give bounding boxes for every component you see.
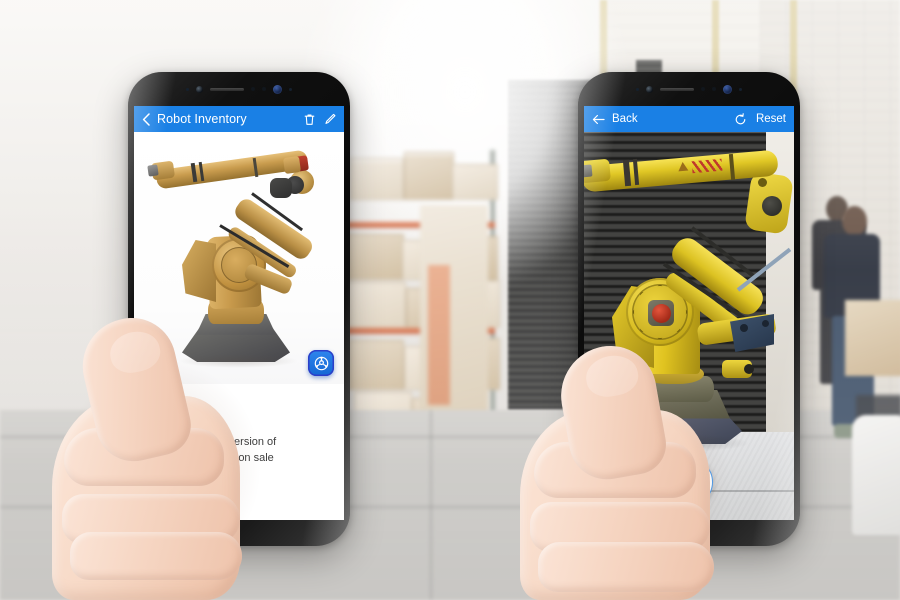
phone-right-top-bezel	[578, 72, 800, 106]
ar-appbar: Back Reset	[584, 106, 794, 132]
overview-heading: Overview	[146, 418, 194, 430]
sensor-dot-icon	[262, 87, 266, 91]
earpiece-speaker	[210, 87, 244, 91]
camera-icon	[678, 472, 700, 492]
reset-arrow-icon[interactable]	[734, 112, 747, 126]
ar-camera-view[interactable]	[584, 132, 794, 520]
arrow-left-icon[interactable]	[592, 114, 605, 125]
front-camera-icon	[273, 84, 282, 94]
sensor-dot-icon	[739, 87, 742, 91]
phone-right: Back Reset	[578, 72, 800, 546]
phone-left: Robot Inventory k VII Overview This is t…	[128, 72, 350, 546]
pencil-icon[interactable]	[324, 113, 336, 126]
iris-scanner-icon	[196, 85, 203, 93]
product-title: k VII	[146, 390, 170, 402]
ar-robot-arm-model	[584, 138, 794, 468]
product-info: k VII Overview This is the latest versio…	[134, 390, 344, 482]
earpiece-speaker	[660, 87, 694, 91]
trash-icon[interactable]	[304, 113, 315, 126]
proximity-sensor-icon	[186, 87, 189, 91]
camera-shutter-button[interactable]	[665, 458, 713, 506]
sensor-dot-icon	[289, 87, 292, 91]
view-in-ar-button[interactable]	[308, 350, 334, 376]
overview-text: This is the latest version of the roboti…	[146, 436, 277, 480]
phone-right-screen: Back Reset	[584, 106, 794, 520]
proximity-sensor-icon	[636, 87, 639, 91]
reset-label[interactable]: Reset	[756, 113, 786, 125]
back-chevron-icon[interactable]	[142, 112, 150, 126]
robot-arm-3d-model	[134, 132, 344, 384]
front-camera-icon	[723, 84, 732, 94]
phone-left-top-bezel	[128, 72, 350, 106]
model-viewer[interactable]	[134, 132, 344, 384]
detail-appbar: Robot Inventory	[134, 106, 344, 132]
sensor-dot-icon	[251, 87, 255, 91]
page-title: Robot Inventory	[157, 112, 247, 126]
sensor-dot-icon	[701, 87, 705, 91]
phone-left-screen: Robot Inventory k VII Overview This is t…	[134, 106, 344, 520]
ar-cube-icon	[314, 356, 328, 370]
sensor-dot-icon	[712, 87, 716, 91]
iris-scanner-icon	[646, 85, 653, 93]
detail-body: k VII Overview This is the latest versio…	[134, 132, 344, 520]
screenshot-root: Robot Inventory k VII Overview This is t…	[0, 0, 900, 600]
back-label[interactable]: Back	[612, 113, 638, 125]
